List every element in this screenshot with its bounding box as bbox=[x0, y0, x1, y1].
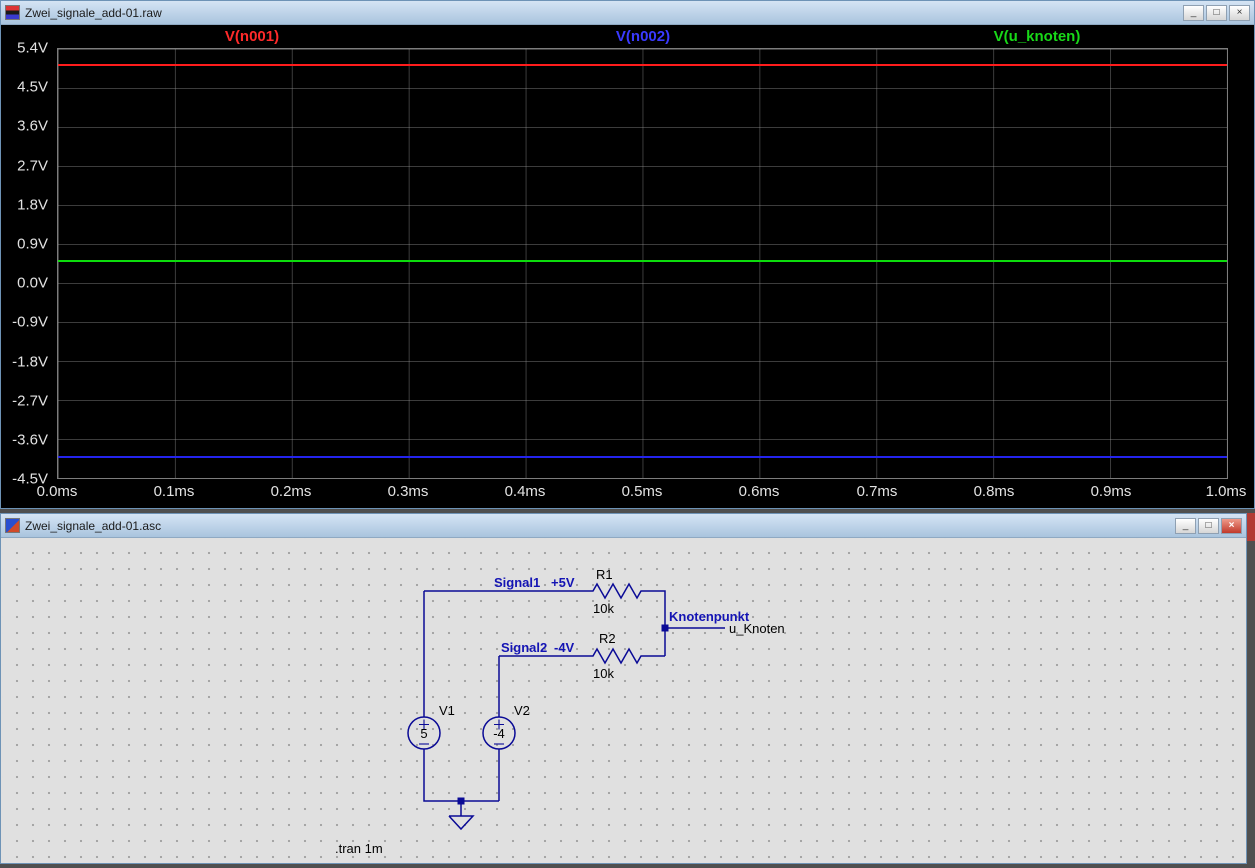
schematic-window: Zwei_signale_add-01.asc _ □ × R1 10k R2 … bbox=[0, 513, 1247, 864]
y-tick: 5.4V bbox=[2, 40, 48, 57]
trace-label-vn001[interactable]: V(n001) bbox=[225, 28, 279, 45]
spice-directive-tran[interactable]: .tran 1m bbox=[335, 841, 383, 856]
y-tick: -0.9V bbox=[2, 314, 48, 331]
x-tick: 0.6ms bbox=[739, 483, 780, 500]
trace-label-vn002[interactable]: V(n002) bbox=[616, 28, 670, 45]
minimize-button[interactable]: _ bbox=[1175, 518, 1196, 534]
trace-label-vuknoten[interactable]: V(u_knoten) bbox=[994, 28, 1081, 45]
trace-vn001 bbox=[58, 64, 1227, 66]
voltage-source-v1[interactable]: V1 5 bbox=[408, 703, 455, 749]
x-tick: 0.1ms bbox=[154, 483, 195, 500]
v1-name[interactable]: V1 bbox=[439, 703, 455, 718]
voltage-source-v2[interactable]: V2 -4 bbox=[483, 703, 530, 749]
resistor-r1[interactable]: R1 10k bbox=[587, 567, 647, 616]
y-tick: 2.7V bbox=[2, 158, 48, 175]
y-tick: 4.5V bbox=[2, 79, 48, 96]
x-tick: 0.9ms bbox=[1091, 483, 1132, 500]
ground-symbol[interactable] bbox=[449, 801, 473, 829]
r2-name[interactable]: R2 bbox=[599, 631, 616, 646]
x-tick: 0.0ms bbox=[37, 483, 78, 500]
y-tick: 0.9V bbox=[2, 236, 48, 253]
label-u-knoten[interactable]: u_Knoten bbox=[729, 621, 785, 636]
y-tick: 1.8V bbox=[2, 197, 48, 214]
r1-value[interactable]: 10k bbox=[593, 601, 614, 616]
v1-value[interactable]: 5 bbox=[420, 726, 427, 741]
net-label-signal1[interactable]: Signal1 bbox=[494, 575, 540, 590]
y-tick: -1.8V bbox=[2, 354, 48, 371]
y-tick: -2.7V bbox=[2, 393, 48, 410]
schematic-canvas[interactable]: R1 10k R2 10k V1 5 V2 bbox=[2, 538, 1245, 862]
waveform-window-controls: _ □ × bbox=[1183, 5, 1250, 21]
junction-node-knotenpunkt bbox=[662, 625, 669, 632]
minimize-button[interactable]: _ bbox=[1183, 5, 1204, 21]
net-label-signal2[interactable]: Signal2 bbox=[501, 640, 547, 655]
v2-value[interactable]: -4 bbox=[493, 726, 505, 741]
waveform-titlebar[interactable]: Zwei_signale_add-01.raw _ □ × bbox=[1, 1, 1254, 25]
schematic-app-icon bbox=[5, 518, 20, 533]
schematic-titlebar[interactable]: Zwei_signale_add-01.asc _ □ × bbox=[1, 514, 1246, 538]
net-label-signal2-value[interactable]: -4V bbox=[554, 640, 575, 655]
plot-area[interactable]: V(n001) V(n002) V(u_knoten) 5.4V 4.5V 3.… bbox=[2, 25, 1253, 507]
net-label-signal1-value[interactable]: +5V bbox=[551, 575, 575, 590]
x-tick: 0.4ms bbox=[505, 483, 546, 500]
x-tick: 0.5ms bbox=[622, 483, 663, 500]
schematic-drawing[interactable]: R1 10k R2 10k V1 5 V2 bbox=[2, 538, 1247, 863]
maximize-button[interactable]: □ bbox=[1198, 518, 1219, 534]
x-tick: 0.2ms bbox=[271, 483, 312, 500]
resistor-r2[interactable]: R2 10k bbox=[587, 631, 647, 681]
trace-vn002 bbox=[58, 456, 1227, 458]
y-tick: 3.6V bbox=[2, 118, 48, 135]
y-tick: -3.6V bbox=[2, 432, 48, 449]
v2-name[interactable]: V2 bbox=[514, 703, 530, 718]
schematic-window-controls: _ □ × bbox=[1175, 518, 1242, 534]
waveform-window: Zwei_signale_add-01.raw _ □ × V(n001) V(… bbox=[0, 0, 1255, 509]
maximize-button[interactable]: □ bbox=[1206, 5, 1227, 21]
x-tick: 0.8ms bbox=[974, 483, 1015, 500]
background-window-edge-gray bbox=[1247, 541, 1255, 864]
waveform-window-title: Zwei_signale_add-01.raw bbox=[25, 6, 1178, 20]
close-button[interactable]: × bbox=[1221, 518, 1242, 534]
r1-name[interactable]: R1 bbox=[596, 567, 613, 582]
plot-grid-box[interactable] bbox=[57, 48, 1228, 479]
x-tick: 0.3ms bbox=[388, 483, 429, 500]
junction-node-ground bbox=[458, 798, 465, 805]
x-tick: 1.0ms bbox=[1206, 483, 1247, 500]
waveform-app-icon bbox=[5, 5, 20, 20]
schematic-window-title: Zwei_signale_add-01.asc bbox=[25, 519, 1170, 533]
x-tick: 0.7ms bbox=[857, 483, 898, 500]
y-tick: 0.0V bbox=[2, 275, 48, 292]
trace-vuknoten bbox=[58, 260, 1227, 262]
close-button[interactable]: × bbox=[1229, 5, 1250, 21]
r2-value[interactable]: 10k bbox=[593, 666, 614, 681]
background-window-edge-red bbox=[1247, 513, 1255, 541]
